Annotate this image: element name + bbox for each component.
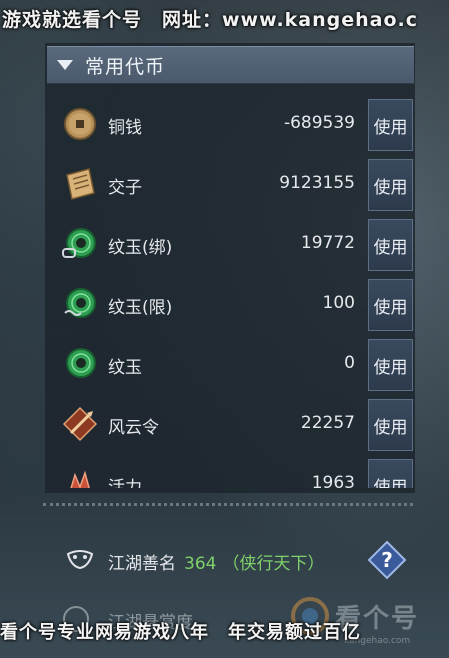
use-button[interactable]: 使用	[368, 99, 413, 151]
reputation-value: 364	[184, 554, 217, 574]
svg-text:?: ?	[381, 548, 393, 572]
use-button[interactable]: 使用	[368, 339, 413, 391]
paper-note-icon	[66, 168, 95, 200]
currency-name: 纹玉(绑)	[108, 238, 173, 258]
currency-row: 风云令 22257 使用	[45, 395, 417, 455]
currency-row: 活力 1963 使用	[45, 455, 417, 488]
currency-name: 纹玉(限)	[108, 298, 173, 318]
currency-row: 纹玉 0 使用	[45, 335, 417, 395]
currency-row: 纹玉(绑) 19772 使用	[45, 215, 417, 275]
help-icon[interactable]: ?	[367, 540, 407, 580]
currency-amount: 19772	[300, 233, 355, 253]
currency-row: 铜钱 -689539 使用	[45, 95, 417, 155]
wind-cloud-token-icon	[62, 406, 98, 442]
currency-amount: 100	[322, 293, 355, 313]
reputation-row: 江湖善名 364 （侠行天下） ?	[45, 538, 415, 582]
use-button[interactable]: 使用	[368, 459, 413, 488]
currency-row: 纹玉(限) 100 使用	[45, 275, 417, 335]
top-watermark-banner: 游戏就选看个号 网址：www.kangehao.c	[2, 9, 419, 31]
currency-amount: 0	[344, 353, 355, 373]
currency-name: 活力	[108, 478, 142, 488]
currency-name: 风云令	[108, 418, 159, 438]
currency-amount: 22257	[300, 413, 355, 433]
vitality-icon	[70, 470, 90, 488]
section-divider	[43, 503, 413, 506]
currency-name: 铜钱	[108, 118, 142, 138]
currency-row: 交子 9123155 使用	[45, 155, 417, 215]
copper-coin-icon	[64, 108, 96, 140]
use-button[interactable]: 使用	[368, 219, 413, 271]
jade-icon	[66, 348, 96, 378]
currency-amount: 9123155	[279, 173, 355, 193]
currency-list: 铜钱 -689539 使用 交子 9123155 使用 纹玉(绑) 19772 …	[45, 95, 417, 488]
currency-name: 纹玉	[108, 358, 142, 378]
jade-limited-icon	[64, 288, 96, 318]
bottom-watermark-banner: 看个号专业网易游戏八年 年交易额过百亿	[0, 622, 361, 643]
reputation-label: 江湖善名	[108, 554, 176, 574]
reputation-mask-icon	[66, 550, 94, 570]
section-title: 常用代币	[85, 55, 166, 78]
use-button[interactable]: 使用	[368, 399, 413, 451]
currency-amount: -689539	[283, 113, 355, 133]
use-button[interactable]: 使用	[368, 159, 413, 211]
collapse-triangle-icon[interactable]	[57, 60, 73, 70]
reputation-text: 江湖善名 364 （侠行天下）	[108, 549, 324, 574]
jade-bound-icon	[62, 228, 96, 258]
use-button[interactable]: 使用	[368, 279, 413, 331]
section-header-common-currency[interactable]: 常用代币	[47, 46, 414, 84]
reputation-title: （侠行天下）	[222, 554, 325, 574]
currency-amount: 1963	[311, 473, 355, 488]
currency-name: 交子	[108, 178, 142, 198]
